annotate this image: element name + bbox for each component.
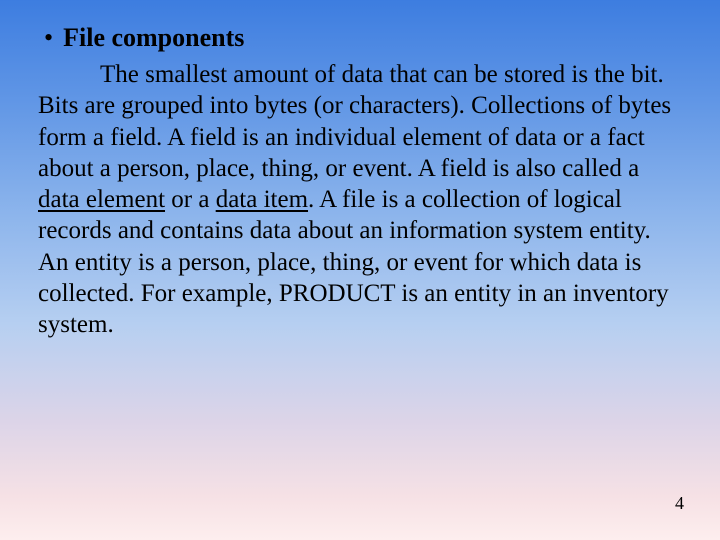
bullet-icon: • [44,25,53,51]
underline-data-element: data element [38,186,165,213]
body-part-1: The smallest amount of data that can be … [38,61,671,182]
heading-row: • File components [44,22,682,53]
page-number: 4 [675,493,684,514]
slide-heading: File components [63,23,244,52]
slide: • File components The smallest amount of… [0,0,720,540]
body-text: The smallest amount of data that can be … [38,59,682,340]
underline-data-item: data item [216,186,308,213]
body-part-2: or a [165,186,216,213]
